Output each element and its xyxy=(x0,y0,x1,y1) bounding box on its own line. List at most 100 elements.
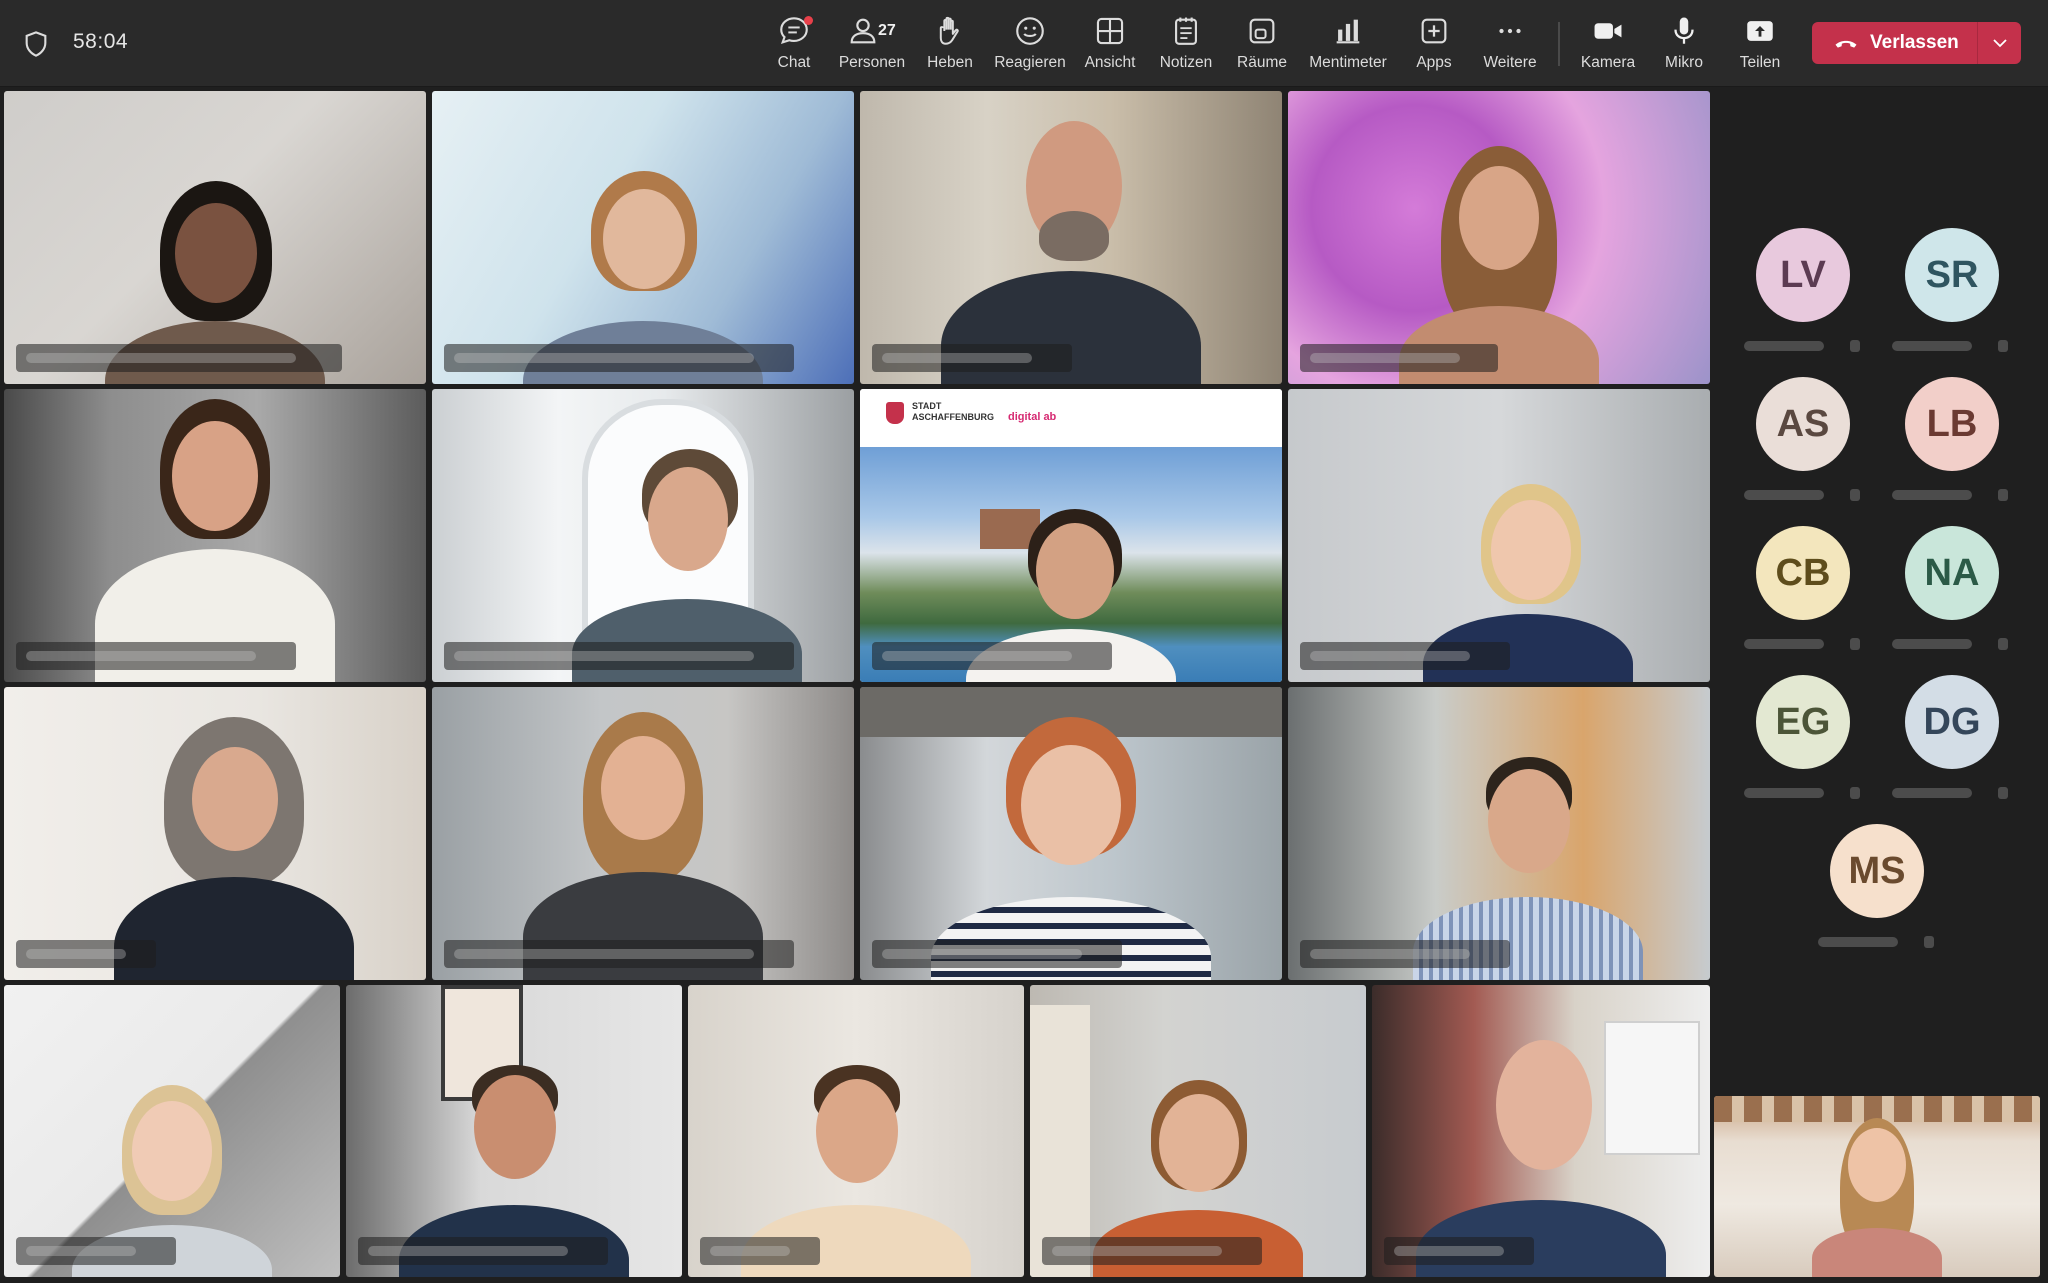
video-tile[interactable] xyxy=(1288,687,1710,980)
video-tile[interactable] xyxy=(1288,91,1710,384)
participant-avatar[interactable]: LB xyxy=(1905,377,1999,471)
mic-muted-icon xyxy=(1998,489,2008,501)
participant-video xyxy=(80,399,350,682)
video-tile[interactable] xyxy=(1030,985,1366,1277)
mic-muted-icon xyxy=(1850,787,1860,799)
participant-avatar[interactable]: CB xyxy=(1756,526,1850,620)
rooms-button[interactable]: Räume xyxy=(1222,14,1302,76)
participant-nameplate xyxy=(1300,940,1510,968)
more-button[interactable]: Weitere xyxy=(1470,14,1550,76)
participant-nameplate xyxy=(1042,1237,1262,1265)
participant-avatar[interactable]: NA xyxy=(1905,526,1999,620)
participant-nameplate xyxy=(16,940,156,968)
city-crest-icon xyxy=(886,402,904,424)
shield-icon[interactable] xyxy=(22,30,50,58)
react-button[interactable]: Reagieren xyxy=(990,14,1070,76)
participant-nameplate xyxy=(444,940,794,968)
participant-avatar[interactable]: EG xyxy=(1756,675,1850,769)
apps-label: Apps xyxy=(1416,54,1452,71)
mic-label: Mikro xyxy=(1665,54,1703,71)
people-button[interactable]: 27 Personen xyxy=(832,14,912,76)
shared-presentation-tile[interactable]: STADT ASCHAFFENBURG digital ab xyxy=(860,389,1282,682)
chevron-down-icon[interactable] xyxy=(1988,31,2012,55)
avatar-initials: AS xyxy=(1776,402,1830,445)
participant-nameplate xyxy=(16,1237,176,1265)
people-icon xyxy=(850,18,876,44)
mic-button[interactable]: Mikro xyxy=(1644,14,1724,76)
participant-avatar[interactable]: AS xyxy=(1756,377,1850,471)
video-tile[interactable] xyxy=(4,389,426,682)
share-screen-icon xyxy=(1747,21,1773,41)
people-label: Personen xyxy=(838,54,906,71)
slide-brand: digital ab xyxy=(1008,411,1057,423)
mic-muted-icon xyxy=(1924,936,1934,948)
more-dots-icon xyxy=(1499,28,1521,34)
participant-avatar[interactable]: MS xyxy=(1830,824,1924,918)
video-tile[interactable] xyxy=(432,91,854,384)
slide-logo-text: STADT ASCHAFFENBURG xyxy=(912,401,994,422)
participant-name-placeholder xyxy=(1892,341,1972,351)
video-tile[interactable] xyxy=(432,687,854,980)
apps-button[interactable]: Apps xyxy=(1394,14,1474,76)
participant-name-placeholder xyxy=(1892,490,1972,500)
view-button[interactable]: Ansicht xyxy=(1070,14,1150,76)
mic-muted-icon xyxy=(1850,489,1860,501)
mic-muted-icon xyxy=(1850,340,1860,352)
video-tile[interactable] xyxy=(860,91,1282,384)
participant-nameplate xyxy=(872,344,1072,372)
toolbar-divider xyxy=(1558,22,1560,66)
mic-muted-icon xyxy=(1998,787,2008,799)
mentimeter-button[interactable]: Mentimeter xyxy=(1308,14,1388,76)
chat-button[interactable]: Chat xyxy=(754,14,834,76)
avatar-initials: SR xyxy=(1925,253,1979,296)
avatar-initials: DG xyxy=(1923,700,1981,743)
video-tile[interactable] xyxy=(860,687,1282,980)
leave-button[interactable]: Verlassen xyxy=(1812,22,2021,64)
more-label: Weitere xyxy=(1483,54,1537,71)
meeting-timer: 58:04 xyxy=(73,30,129,53)
view-label: Ansicht xyxy=(1084,54,1136,71)
unread-dot xyxy=(804,16,813,25)
notes-button[interactable]: Notizen xyxy=(1146,14,1226,76)
video-tile[interactable] xyxy=(688,985,1024,1277)
mic-muted-icon xyxy=(1998,638,2008,650)
participant-name-placeholder xyxy=(1892,639,1972,649)
avatar-initials: LB xyxy=(1926,402,1978,445)
slide-header: STADT ASCHAFFENBURG digital ab xyxy=(860,389,1282,447)
participant-nameplate xyxy=(16,344,342,372)
chat-label: Chat xyxy=(777,54,811,71)
video-tile[interactable] xyxy=(1372,985,1710,1277)
mentimeter-icon xyxy=(1336,19,1360,44)
raise-hand-button[interactable]: Heben xyxy=(910,14,990,76)
video-tile[interactable] xyxy=(432,389,854,682)
self-view-tile[interactable] xyxy=(1714,1096,2040,1277)
participant-nameplate xyxy=(1300,344,1498,372)
camera-button[interactable]: Kamera xyxy=(1568,14,1648,76)
avatar-initials: EG xyxy=(1775,700,1831,743)
raise-hand-label: Heben xyxy=(927,54,973,71)
hang-up-icon xyxy=(1835,40,1857,48)
video-tile[interactable] xyxy=(346,985,682,1277)
participant-nameplate xyxy=(444,642,794,670)
participant-avatar[interactable]: LV xyxy=(1756,228,1850,322)
video-tile[interactable] xyxy=(1288,389,1710,682)
leave-split-divider xyxy=(1977,22,1978,64)
share-button[interactable]: Teilen xyxy=(1720,14,1800,76)
participant-nameplate xyxy=(1300,642,1510,670)
video-tile[interactable] xyxy=(4,985,340,1277)
avatar-initials: CB xyxy=(1775,551,1831,594)
microphone-icon xyxy=(1674,17,1694,44)
breakout-rooms-icon xyxy=(1249,18,1275,44)
rooms-label: Räume xyxy=(1237,54,1287,71)
people-count: 27 xyxy=(878,22,896,39)
participant-nameplate xyxy=(358,1237,608,1265)
mic-muted-icon xyxy=(1998,340,2008,352)
participant-avatar[interactable]: SR xyxy=(1905,228,1999,322)
avatar-initials: LV xyxy=(1780,253,1826,296)
participant-nameplate xyxy=(16,642,296,670)
share-label: Teilen xyxy=(1739,54,1781,71)
participant-avatar[interactable]: DG xyxy=(1905,675,1999,769)
participant-name-placeholder xyxy=(1892,788,1972,798)
video-tile[interactable] xyxy=(4,91,426,384)
video-tile[interactable] xyxy=(4,687,426,980)
